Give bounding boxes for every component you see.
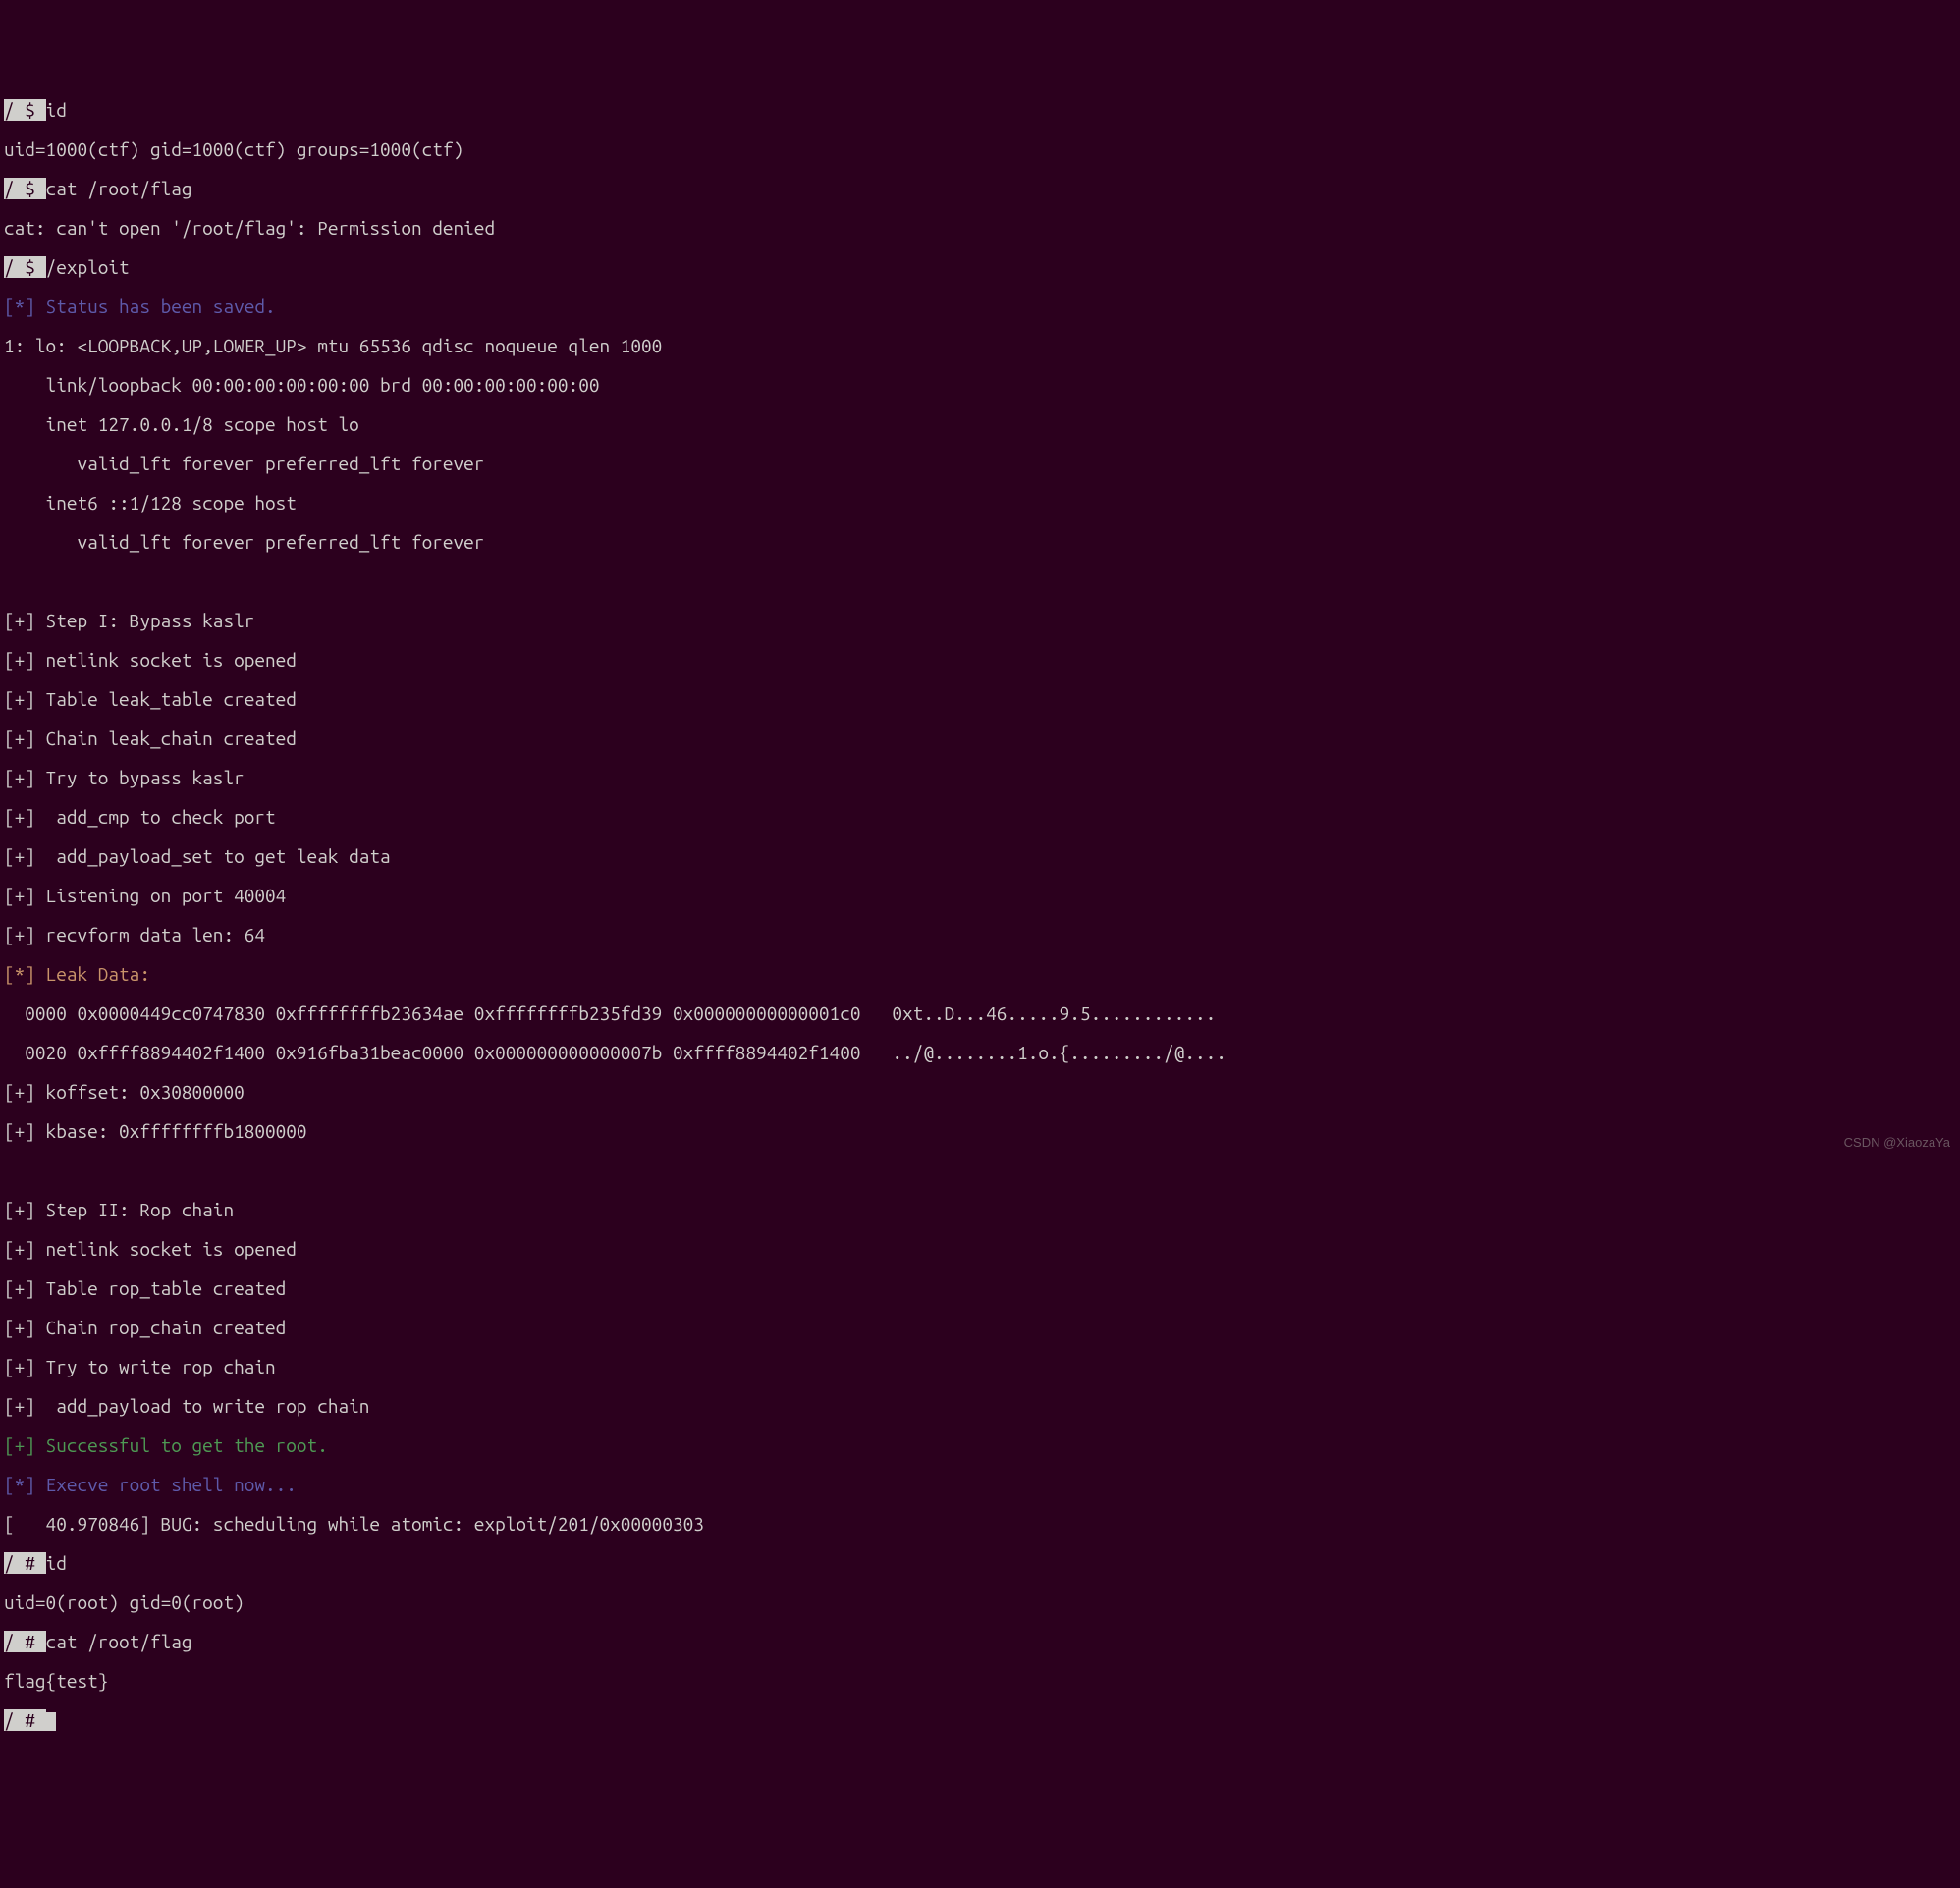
output-line: [+] kbase: 0xffffffffb1800000 (4, 1121, 1960, 1141)
output-line: [+] Chain leak_chain created (4, 728, 1960, 748)
prompt-root: / # (4, 1552, 46, 1574)
leak-data-line: 0020 0xffff8894402f1400 0x916fba31beac00… (4, 1043, 1960, 1062)
output-line: [+] Chain rop_chain created (4, 1318, 1960, 1337)
output-line: [+] add_payload_set to get leak data (4, 846, 1960, 866)
output-line: [+] Step I: Bypass kaslr (4, 611, 1960, 630)
prompt-user: / $ (4, 178, 46, 199)
output-line: [+] add_payload to write rop chain (4, 1396, 1960, 1416)
output-line: cat: can't open '/root/flag': Permission… (4, 218, 1960, 238)
output-line: [+] Try to bypass kaslr (4, 768, 1960, 787)
terminal-output[interactable]: / $ id uid=1000(ctf) gid=1000(ctf) group… (4, 81, 1960, 1751)
cmd-line-cursor[interactable]: / # (4, 1710, 1960, 1731)
leak-data-line: 0000 0x0000449cc0747830 0xffffffffb23634… (4, 1003, 1960, 1023)
output-line: [+] Try to write rop chain (4, 1357, 1960, 1376)
output-line: link/loopback 00:00:00:00:00:00 brd 00:0… (4, 375, 1960, 395)
blank-line (4, 571, 1960, 591)
status-line: [*] Status has been saved. (4, 297, 1960, 316)
cmd-text: id (46, 99, 67, 121)
watermark-text: CSDN @XiaozaYa (1844, 1133, 1950, 1153)
cmd-text: cat /root/flag (46, 1631, 192, 1652)
blank-line (4, 1160, 1960, 1180)
output-line: valid_lft forever preferred_lft forever (4, 454, 1960, 473)
cmd-line-root-cat: / # cat /root/flag (4, 1632, 1960, 1651)
output-line: inet6 ::1/128 scope host (4, 493, 1960, 512)
cursor-icon (46, 1712, 56, 1731)
prompt-root: / # (4, 1709, 46, 1731)
output-line: [+] koffset: 0x30800000 (4, 1082, 1960, 1102)
prompt-root: / # (4, 1631, 46, 1652)
output-line: 1: lo: <LOOPBACK,UP,LOWER_UP> mtu 65536 … (4, 336, 1960, 355)
output-line: inet 127.0.0.1/8 scope host lo (4, 414, 1960, 434)
output-line: [+] Step II: Rop chain (4, 1200, 1960, 1219)
output-line: [+] netlink socket is opened (4, 1239, 1960, 1259)
prompt-user: / $ (4, 256, 46, 278)
output-line: [+] Listening on port 40004 (4, 886, 1960, 905)
output-line: [+] recvform data len: 64 (4, 925, 1960, 944)
cmd-line-exploit: / $ /exploit (4, 257, 1960, 277)
output-line: uid=0(root) gid=0(root) (4, 1592, 1960, 1612)
output-line: [+] Table leak_table created (4, 689, 1960, 709)
output-line: uid=1000(ctf) gid=1000(ctf) groups=1000(… (4, 139, 1960, 159)
output-line: [+] netlink socket is opened (4, 650, 1960, 670)
output-line: valid_lft forever preferred_lft forever (4, 532, 1960, 552)
leak-header: [*] Leak Data: (4, 964, 1960, 984)
success-line: [+] Successful to get the root. (4, 1435, 1960, 1455)
execve-line: [*] Execve root shell now... (4, 1475, 1960, 1494)
kernel-bug-line: [ 40.970846] BUG: scheduling while atomi… (4, 1514, 1960, 1534)
prompt-user: / $ (4, 99, 46, 121)
output-line: [+] add_cmp to check port (4, 807, 1960, 827)
flag-line: flag{test} (4, 1671, 1960, 1691)
output-line: [+] Table rop_table created (4, 1278, 1960, 1298)
cmd-line-id: / $ id (4, 100, 1960, 120)
cmd-line-cat: / $ cat /root/flag (4, 179, 1960, 198)
cmd-text: id (46, 1552, 67, 1574)
cmd-text: cat /root/flag (46, 178, 192, 199)
cmd-text: /exploit (46, 256, 130, 278)
cmd-line-root-id: / # id (4, 1553, 1960, 1573)
